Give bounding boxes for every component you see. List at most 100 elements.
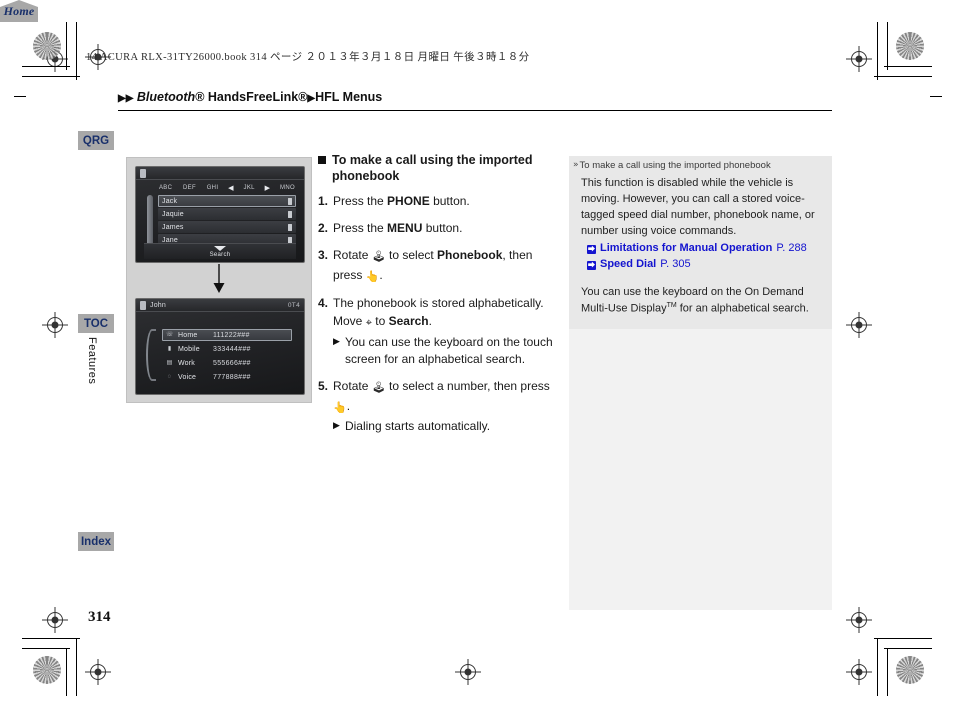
interface-dial-icon: 🕹 <box>371 250 386 263</box>
screenshot-phonebook-list: ABC DEF GHI ◀ JKL ▶ MNO Jack Jaquie Jame… <box>135 166 305 263</box>
crop-line-tr-h <box>884 66 932 67</box>
color-target-bottom-left <box>33 656 61 684</box>
letter-group-ghi[interactable]: GHI <box>206 185 220 191</box>
crop-line-tr-h2 <box>874 76 932 77</box>
breadcrumb-handsfreelink: HandsFreeLink <box>204 90 299 104</box>
page-title: To make a call using the imported phoneb… <box>318 152 558 184</box>
crop-line-br-v2 <box>877 638 878 696</box>
crop-line-br-h <box>884 648 932 649</box>
phone-book-icon <box>140 168 146 178</box>
crop-line-br-h2 <box>874 638 932 639</box>
step-text-before: Rotate <box>333 379 372 394</box>
step-number: 2. <box>318 221 329 235</box>
contact-name: James <box>162 223 184 231</box>
contact-type-icon <box>288 197 292 205</box>
number-value: 111222### <box>213 331 250 339</box>
crop-line-tl-v <box>66 22 67 70</box>
step-text-end: . <box>379 267 383 282</box>
note-title-text: To make a call using the imported phoneb… <box>579 160 771 171</box>
cross-reference-link[interactable]: ⮕ Limitations for Manual Operation P. 28… <box>573 240 824 257</box>
table-row[interactable]: ◌ Voice 777888### <box>162 371 292 383</box>
voice-tag-icon: ◌ <box>167 374 172 380</box>
contact-type-icon <box>288 223 292 231</box>
xref-label: Speed Dial <box>600 258 657 271</box>
xref-arrow-icon: ⮕ <box>587 244 596 254</box>
list-item[interactable]: Jaquie <box>158 208 296 220</box>
letter-group-mno[interactable]: MNO <box>279 185 296 191</box>
book-info-line: 14 ACURA RLX-31TY26000.book 314 ページ ２０１３… <box>86 52 530 63</box>
letter-group-jkl[interactable]: JKL <box>243 185 256 191</box>
xref-label: Limitations for Manual Operation <box>600 241 773 254</box>
press-dial-icon: 👆 <box>365 269 380 283</box>
step-number: 4. <box>318 296 329 310</box>
crop-tick-left <box>14 96 26 97</box>
list-item[interactable]: Jack <box>158 195 296 207</box>
figure-column: ABC DEF GHI ◀ JKL ▶ MNO Jack Jaquie Jame… <box>126 157 312 403</box>
search-button-label: Search <box>209 251 231 258</box>
number-label: Voice <box>178 373 197 381</box>
step-text-after: button. <box>429 194 470 208</box>
tab-qrg-label: QRG <box>82 134 110 147</box>
letter-group-def[interactable]: DEF <box>182 185 197 191</box>
step-5-note-text: Dialing starts automatically. <box>344 419 491 434</box>
number-value: 333444### <box>213 345 251 353</box>
chevron-down-icon <box>214 245 226 251</box>
crop-tick-right <box>930 96 942 97</box>
step-number: 1. <box>318 194 329 208</box>
number-label: Home <box>178 331 198 339</box>
step-text-end: . <box>346 398 351 413</box>
tab-qrg[interactable]: QRG <box>78 131 114 150</box>
tab-home[interactable]: Home <box>0 0 38 22</box>
letter-prev-arrow-icon[interactable]: ◀ <box>228 184 234 192</box>
letter-next-arrow-icon[interactable]: ▶ <box>265 184 271 192</box>
contact-type-icon <box>288 210 292 218</box>
home-house-icon: Home <box>0 0 38 22</box>
color-target-top-right <box>896 32 924 60</box>
step-text-mid: to select <box>385 248 438 262</box>
step-text-mid: to select a number, then press <box>385 379 550 394</box>
interface-dial-icon: 🕹 <box>371 381 386 395</box>
step-text: Rotate 🕹 to select a number, then press … <box>333 377 558 435</box>
step-text-mid: to <box>371 314 389 328</box>
search-button[interactable]: Search <box>144 243 296 259</box>
table-row[interactable]: ▮ Mobile 333444### <box>162 343 292 355</box>
step-text: The phonebook is stored alphabetically. … <box>333 294 558 368</box>
step-number: 3. <box>318 248 329 262</box>
side-note-inner: » To make a call using the imported phon… <box>569 156 832 330</box>
step-4-note: ▶ You can use the keyboard on the touch … <box>333 334 558 369</box>
step-2: 2. Press the MENU button. <box>318 219 558 237</box>
color-target-bottom-right <box>896 656 924 684</box>
cross-reference-link[interactable]: ⮕ Speed Dial P. 305 <box>573 256 824 273</box>
number-value: 777888### <box>213 373 251 381</box>
registration-mark-bottom-left <box>42 607 68 633</box>
step-text: Press the PHONE button. <box>333 192 470 210</box>
crop-line-br-v <box>887 648 888 696</box>
crop-line-tl-v2 <box>76 22 77 80</box>
table-row[interactable]: ▤ Work 555666### <box>162 357 292 369</box>
step-4: 4. The phonebook is stored alphabeticall… <box>318 294 558 368</box>
contact-icon <box>140 300 146 310</box>
step-4-note-text: You can use the keyboard on the touch sc… <box>344 334 553 366</box>
step-text-before: The phonebook is stored alphabetically. … <box>333 296 544 328</box>
note-arrow-icon: ▶ <box>333 420 340 431</box>
detail-status: 0T4 <box>287 301 300 309</box>
number-label: Work <box>178 359 196 367</box>
step-text-before: Rotate <box>333 248 372 262</box>
header-divider <box>118 110 832 112</box>
letter-group-abc[interactable]: ABC <box>158 185 173 191</box>
step-emphasis: Search <box>388 314 429 328</box>
list-item[interactable]: James <box>158 221 296 233</box>
number-label: Mobile <box>178 345 200 353</box>
table-row[interactable]: ☏ Home 111222### <box>162 329 292 341</box>
tab-toc[interactable]: TOC <box>78 314 114 333</box>
step-text-before: Press the <box>333 194 388 208</box>
detail-scroll-arc <box>146 329 156 381</box>
flow-arrow-down-icon <box>127 262 311 296</box>
tab-index[interactable]: Index <box>78 532 114 551</box>
crop-line-bl-h <box>22 648 70 649</box>
step-text: Rotate 🕹 to select Phonebook, then press… <box>333 246 558 285</box>
step-emphasis: PHONE <box>387 194 430 208</box>
step-3: 3. Rotate 🕹 to select Phonebook, then pr… <box>318 246 558 285</box>
step-emphasis: MENU <box>387 221 423 235</box>
page-number: 314 <box>88 609 111 625</box>
